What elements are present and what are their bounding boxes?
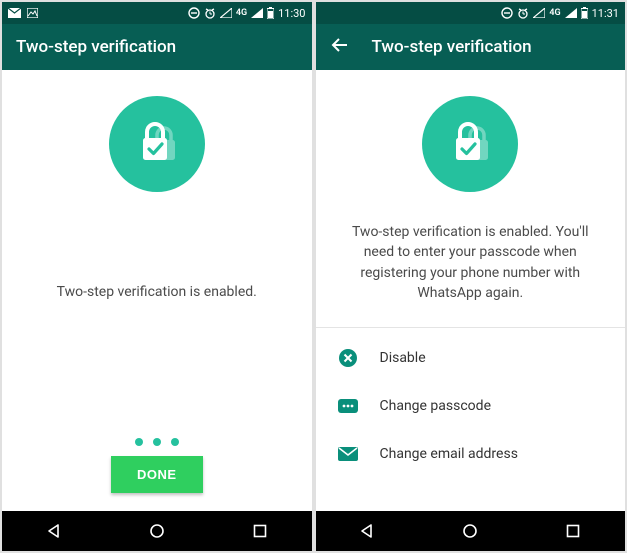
mail-icon [8,8,21,18]
android-navbar [2,511,312,551]
screen-twostep-settings: 4G 11:31 Two-step verification [316,2,626,551]
lock-check-icon [109,96,205,192]
option-change-email[interactable]: Change email address [316,430,626,478]
nav-back-icon[interactable] [357,521,377,541]
clock-label: 11:31 [592,7,619,20]
statusbar: 4G 11:31 [316,2,626,24]
clock-label: 11:30 [278,7,305,20]
network-label: 4G [236,8,247,18]
page-indicator [135,438,179,446]
lock-check-icon [422,96,518,192]
signal-icon [251,8,263,18]
appbar-title: Two-step verification [372,37,532,57]
appbar: Two-step verification [2,24,312,70]
nav-back-icon[interactable] [44,521,64,541]
image-icon [27,8,38,18]
battery-icon [267,7,274,19]
appbar-title: Two-step verification [16,37,176,57]
status-message: Two-step verification is enabled. You'll… [316,222,626,303]
close-circle-icon [338,348,358,368]
nav-home-icon[interactable] [147,521,167,541]
mail-icon [338,444,358,464]
statusbar: 4G 11:30 [2,2,312,24]
option-label: Change passcode [380,398,492,414]
option-change-passcode[interactable]: Change passcode [316,382,626,430]
screen-twostep-confirm: 4G 11:30 Two-step verification [2,2,312,551]
battery-icon [581,7,588,19]
signal-empty-icon [533,8,545,18]
nav-home-icon[interactable] [460,521,480,541]
network-label: 4G [549,8,560,18]
alarm-icon [204,7,216,19]
signal-empty-icon [220,8,232,18]
dnd-icon [501,7,513,19]
option-label: Disable [380,350,426,366]
nav-recent-icon[interactable] [563,521,583,541]
dnd-icon [188,7,200,19]
done-button[interactable]: DONE [111,456,203,493]
android-navbar [316,511,626,551]
alarm-icon [517,7,529,19]
nav-recent-icon[interactable] [250,521,270,541]
option-label: Change email address [380,446,518,462]
option-disable[interactable]: Disable [316,334,626,382]
appbar: Two-step verification [316,24,626,70]
signal-icon [565,8,577,18]
back-icon[interactable] [330,35,350,60]
passcode-icon [338,396,358,416]
status-message: Two-step verification is enabled. [29,282,285,302]
